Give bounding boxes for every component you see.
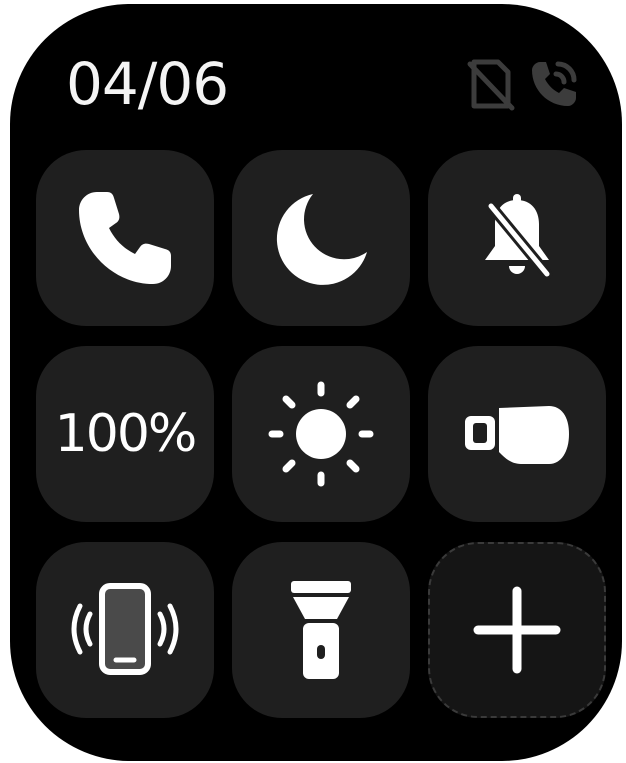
flashlight-icon: [291, 581, 351, 679]
date-label: 04/06: [66, 50, 229, 118]
sun-icon: [268, 381, 374, 487]
wrist-raise-icon: [465, 406, 569, 464]
sim-absent-icon: [462, 56, 518, 112]
brightness-tile[interactable]: [232, 346, 410, 522]
call-tile[interactable]: [36, 150, 214, 326]
do-not-disturb-tile[interactable]: [232, 150, 410, 326]
watch-screen: 04/06 100%: [10, 4, 622, 761]
moon-icon: [276, 194, 367, 285]
battery-tile[interactable]: 100%: [36, 346, 214, 522]
add-tile-button[interactable]: [428, 542, 606, 718]
battery-percent-label: 100%: [54, 404, 198, 464]
find-phone-icon: [71, 583, 179, 675]
mute-tile[interactable]: [428, 150, 606, 326]
raise-to-wake-tile[interactable]: [428, 346, 606, 522]
plus-icon: [473, 586, 561, 674]
bell-off-icon: [485, 194, 553, 280]
find-phone-tile[interactable]: [36, 542, 214, 718]
phone-icon: [79, 192, 171, 284]
flashlight-tile[interactable]: [232, 542, 410, 718]
call-sync-icon: [526, 56, 582, 112]
